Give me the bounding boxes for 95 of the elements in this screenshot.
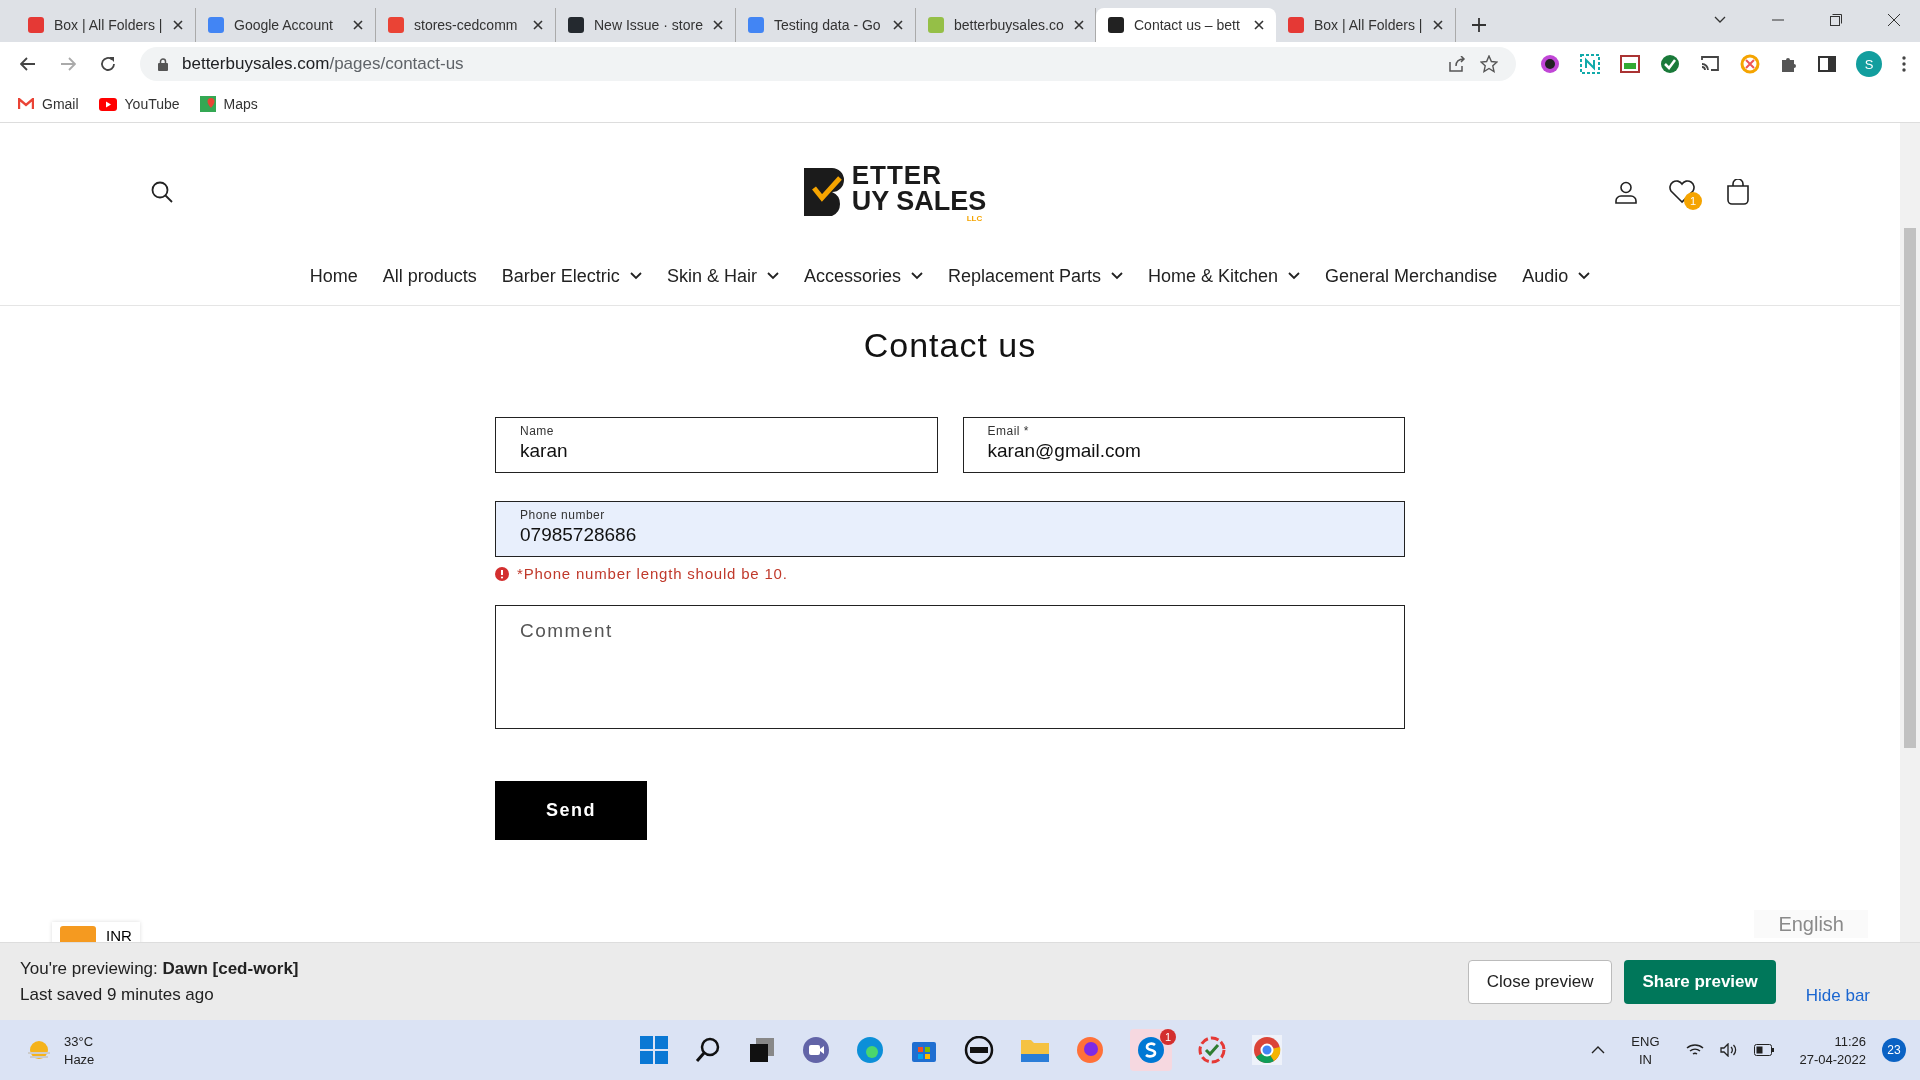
error-message: *Phone number length should be 10. (517, 565, 788, 582)
chevron-up-icon[interactable] (1591, 1046, 1606, 1054)
account-icon[interactable] (1614, 180, 1638, 204)
search-icon[interactable] (150, 180, 174, 204)
temperature-text: 33°C (64, 1033, 95, 1049)
nav-link[interactable]: Skin & Hair (666, 261, 779, 291)
wifi-icon[interactable] (1685, 1043, 1704, 1057)
nav-link[interactable]: Replacement Parts (947, 261, 1123, 291)
side-panel-icon[interactable] (1818, 56, 1836, 72)
speaker-icon[interactable] (1719, 1043, 1738, 1057)
bookmark-star-icon[interactable] (1480, 55, 1498, 73)
scrollbar[interactable] (1900, 123, 1920, 942)
restore-icon[interactable] (1830, 14, 1842, 26)
chat-app-icon[interactable] (1136, 1035, 1166, 1065)
name-field[interactable]: Name karan (495, 417, 938, 473)
last-saved-text: Last saved 9 minutes ago (20, 984, 215, 1005)
close-icon[interactable] (893, 20, 903, 30)
input-language[interactable]: ENG IN (1631, 1033, 1660, 1067)
notification-count[interactable]: 23 (1882, 1038, 1906, 1062)
play-icon (98, 97, 117, 111)
browser-tab[interactable]: Contact us – bett (1096, 8, 1276, 42)
puzzle-icon[interactable] (1780, 55, 1798, 73)
close-preview-button[interactable]: Close preview (1467, 959, 1613, 1004)
battery-icon[interactable] (1753, 1044, 1774, 1056)
close-icon[interactable] (173, 20, 183, 30)
url-text: betterbuysales.com/pages/contact-us (182, 54, 464, 74)
close-icon[interactable] (713, 20, 723, 30)
envelope-icon (18, 98, 34, 110)
favicon-icon (748, 17, 764, 33)
currency-selector[interactable]: INR (52, 922, 140, 942)
more-icon[interactable] (1902, 56, 1906, 72)
clock[interactable]: 11:26 27-04-2022 (1799, 1033, 1866, 1067)
page-title: Contact us (862, 326, 1038, 365)
bookmark-link[interactable]: Maps (199, 96, 258, 112)
close-icon[interactable] (533, 20, 543, 30)
sun-haze-icon (26, 1039, 52, 1061)
extension-icon[interactable] (1620, 54, 1640, 74)
checkmark-app-icon[interactable] (1198, 1036, 1226, 1064)
weather-text: Haze (64, 1051, 95, 1067)
close-icon[interactable] (1073, 20, 1084, 30)
favicon-icon (208, 17, 224, 33)
cart-icon[interactable] (1726, 179, 1750, 205)
search-icon[interactable] (694, 1036, 722, 1064)
close-icon[interactable] (1254, 20, 1264, 30)
chevron-down-icon (1578, 272, 1591, 280)
share-preview-button[interactable]: Share preview (1624, 959, 1776, 1004)
share-icon[interactable] (1448, 56, 1466, 72)
bookmark-link[interactable]: Gmail (18, 96, 79, 112)
chevron-down-icon (1111, 272, 1123, 280)
email-field[interactable]: Email * karan@gmail.com (962, 417, 1405, 473)
nav-link[interactable]: Barber Electric (501, 261, 642, 291)
task-view-icon[interactable] (748, 1036, 776, 1064)
nav-link[interactable]: Accessories (803, 261, 923, 291)
send-button[interactable]: Send (495, 781, 647, 840)
chevron-down-icon (629, 272, 642, 280)
extension-icon[interactable] (1540, 54, 1560, 74)
notification-badge: 1 (1160, 1029, 1176, 1045)
heart-icon[interactable] (1668, 180, 1696, 204)
close-icon[interactable] (353, 20, 363, 30)
nav-link[interactable]: General Merchandise (1325, 261, 1498, 291)
chevron-down-icon (1288, 272, 1301, 280)
back-icon[interactable] (20, 57, 36, 71)
lock-icon (158, 57, 168, 71)
nav-link[interactable]: Home (309, 261, 358, 291)
favicon-icon (568, 17, 584, 33)
windows-start-icon[interactable] (640, 1036, 668, 1064)
address-bar[interactable]: betterbuysales.com/pages/contact-us (140, 47, 1516, 81)
reload-icon[interactable] (100, 56, 116, 72)
map-pin-icon (199, 96, 216, 112)
store-logo[interactable]: ETTER UY SALES LLC (801, 161, 987, 223)
favicon-icon (388, 17, 404, 33)
phone-field[interactable]: Phone number 07985728686 (495, 501, 1405, 557)
favicon-icon (928, 17, 944, 33)
error-icon (495, 566, 509, 581)
comment-field[interactable]: Comment (495, 605, 1405, 729)
new-tab-icon[interactable] (1472, 18, 1486, 32)
chevron-down-icon (910, 272, 923, 280)
chevron-down-icon[interactable] (1714, 16, 1726, 24)
favicon-icon (1108, 17, 1124, 33)
flag-icon (60, 926, 96, 942)
favicon-icon (28, 17, 44, 33)
cast-icon[interactable] (1700, 55, 1720, 73)
chevron-down-icon (766, 272, 779, 280)
nav-link[interactable]: Home & Kitchen (1148, 261, 1301, 291)
folder-icon[interactable] (1020, 1037, 1050, 1063)
nav-link[interactable]: All products (382, 261, 477, 291)
hide-bar-link[interactable]: Hide bar (1805, 986, 1870, 1006)
wishlist-count: 1 (1684, 192, 1702, 210)
close-icon[interactable] (1888, 14, 1900, 26)
preview-theme-text: You're previewing: Dawn [ced-work] (20, 958, 299, 979)
video-chat-icon[interactable] (802, 1036, 830, 1064)
favicon-icon (1288, 17, 1304, 33)
close-icon[interactable] (1433, 20, 1443, 30)
nav-link[interactable]: Audio (1522, 261, 1591, 291)
bookmark-link[interactable]: YouTube (98, 96, 180, 112)
